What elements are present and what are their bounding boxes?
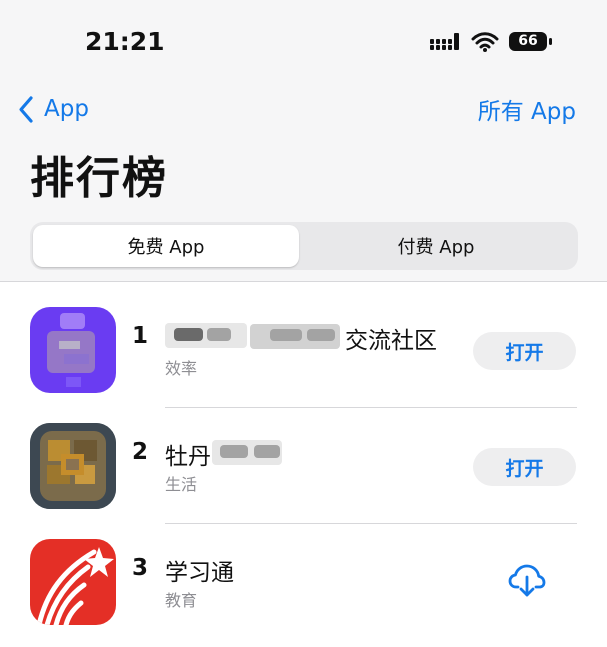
chevron-left-icon [19, 95, 33, 123]
header-divider [0, 281, 607, 282]
open-app-button[interactable]: 打开 [473, 332, 576, 370]
app-icon[interactable] [30, 423, 116, 509]
app-rank: 2 [132, 439, 149, 465]
app-row-3[interactable]: 3 学习通 教育 [0, 524, 607, 640]
all-apps-link[interactable]: 所有 App [478, 91, 576, 127]
app-name: 牡丹 [165, 444, 211, 470]
battery-level: 66 [518, 33, 538, 49]
app-icon[interactable] [30, 307, 116, 393]
app-icon-graphic [30, 539, 116, 625]
tab-paid-apps[interactable]: 付费 App [303, 225, 569, 267]
app-rank: 3 [132, 555, 149, 581]
redacted-name-block [270, 329, 302, 341]
app-name: 交流社区 [345, 328, 437, 354]
tab-free-apps[interactable]: 免费 App [33, 225, 299, 267]
redacted-name-block [254, 445, 280, 458]
redacted-name-block [207, 328, 231, 341]
segmented-control: 免费 App 付费 App [30, 222, 578, 270]
app-icon-graphic [30, 307, 116, 393]
back-label: App [44, 96, 89, 122]
app-icon[interactable] [30, 539, 116, 625]
wifi-icon [471, 32, 499, 52]
status-time: 21:21 [85, 27, 165, 56]
app-name: 学习通 [165, 560, 234, 586]
cellular-signal-icon [430, 33, 459, 50]
app-category: 教育 [165, 591, 198, 610]
back-button[interactable]: App [18, 91, 89, 127]
redacted-name-block [174, 328, 203, 341]
app-category: 效率 [165, 359, 198, 378]
app-row-1[interactable]: 1 交流社区 效率 打开 [0, 292, 607, 408]
app-icon-graphic [30, 423, 116, 509]
redacted-name-block [220, 445, 248, 458]
app-row-2[interactable]: 2 牡丹 生活 打开 [0, 408, 607, 524]
app-rank: 1 [132, 323, 149, 349]
app-category: 生活 [165, 475, 198, 494]
app-store-rankings-screen: 21:21 66 App 所有 App 排行榜 免费 App 付费 App 1 … [0, 0, 607, 647]
cloud-download-icon[interactable] [508, 562, 546, 600]
redacted-name-block [307, 329, 335, 341]
open-app-button[interactable]: 打开 [473, 448, 576, 486]
page-title: 排行榜 [30, 153, 168, 204]
